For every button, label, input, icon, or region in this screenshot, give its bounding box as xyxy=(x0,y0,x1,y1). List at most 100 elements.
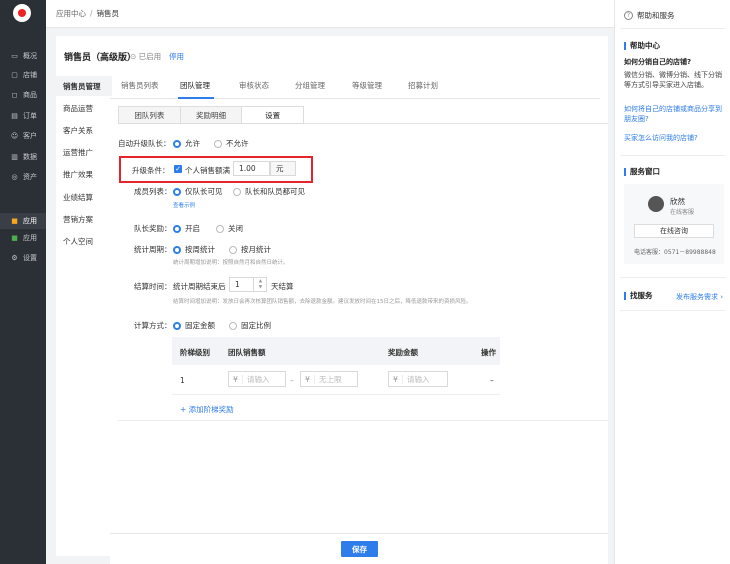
radio-dot xyxy=(173,245,181,254)
subtab-settings[interactable]: 设置 xyxy=(242,107,304,123)
reward-placeholder: 请输入 xyxy=(407,374,430,384)
radio-dot xyxy=(229,321,237,330)
min-sales-input[interactable]: ¥ 请输入 xyxy=(228,371,286,387)
help-question: 如何分销自己的店铺? xyxy=(624,58,692,66)
tab-review[interactable]: 审核状态 xyxy=(239,80,269,91)
user-icon: ☺ xyxy=(10,132,19,140)
max-placeholder: 无上限 xyxy=(319,374,342,384)
breadcrumb-parent[interactable]: 应用中心 xyxy=(56,8,86,19)
stepper-arrows-icon[interactable]: ▲ ▼ xyxy=(253,277,267,292)
post-demand-link[interactable]: 发布服务需求 › xyxy=(676,292,723,302)
subnav-item-goods[interactable]: 商品运营 xyxy=(56,98,112,118)
apps-icon: ■ xyxy=(11,217,18,225)
nav-item-apps-2[interactable]: ■ 应用 xyxy=(0,230,46,246)
view-example-link[interactable]: 查看示例 xyxy=(173,201,195,209)
upgrade-condition-checkbox[interactable]: ✓ xyxy=(174,165,182,173)
chart-icon: ▥ xyxy=(11,153,18,161)
settle-days-value: 1 xyxy=(235,280,240,289)
auto-upgrade-allow[interactable]: 允许 xyxy=(173,138,200,149)
nav-item-data[interactable]: ▥ 数据 xyxy=(0,149,46,165)
nav-item-store[interactable]: ▢ 店铺 xyxy=(0,67,46,83)
nav-label: 应用 xyxy=(23,217,37,225)
help-divider xyxy=(620,310,726,311)
asset-icon: ◎ xyxy=(11,173,18,181)
online-consult-button[interactable]: 在线咨询 xyxy=(634,224,714,238)
order-icon: ▤ xyxy=(11,112,18,120)
stat-period-month[interactable]: 按月统计 xyxy=(229,244,271,255)
member-list-leader-only[interactable]: 仅队长可见 xyxy=(173,186,223,197)
help-answer: 微信分销、微博分销、线下分销等方式引导买家进入店铺。 xyxy=(624,71,722,89)
help-divider xyxy=(620,277,726,278)
nav-item-goods[interactable]: ◻ 商品 xyxy=(0,87,46,103)
help-link-share[interactable]: 如何将自己的店铺或商品分享到朋友圈? xyxy=(624,104,724,124)
nav-label: 资产 xyxy=(23,173,37,181)
subnav-item-promote[interactable]: 运营推广 xyxy=(56,142,112,162)
breadcrumb-separator: / xyxy=(90,9,93,18)
subtab-team-list[interactable]: 团队列表 xyxy=(119,107,181,123)
nav-item-customers[interactable]: ☺ 客户 xyxy=(0,128,46,144)
stat-period-hint: 统计周期增加说明：按照自然月和自然日统计。 xyxy=(173,260,289,266)
settle-time-label: 结算时间： xyxy=(134,282,172,291)
help-title-text: 帮助和服务 xyxy=(637,11,675,20)
phone-service: 电话客服：0571－89988848 xyxy=(634,249,716,256)
nav-item-orders[interactable]: ▤ 订单 xyxy=(0,108,46,124)
reward-input[interactable]: ¥ 请输入 xyxy=(388,371,448,387)
page-title: 销售员（高级版） xyxy=(64,53,137,63)
radio-dot xyxy=(173,187,181,196)
agent-name: 欣然 xyxy=(670,197,685,206)
th-team-sales: 团队销售额 xyxy=(228,348,266,357)
help-center-heading: 帮助中心 xyxy=(624,42,660,50)
nav-label: 订单 xyxy=(23,112,37,120)
logo-icon[interactable] xyxy=(13,4,31,22)
tab-team[interactable]: 团队管理 xyxy=(180,80,210,91)
subtabs-divider xyxy=(304,123,608,124)
subnav-item-space[interactable]: 个人空间 xyxy=(56,231,112,251)
auto-upgrade-deny[interactable]: 不允许 xyxy=(214,138,249,149)
radio-label: 允许 xyxy=(185,139,200,148)
member-list-all[interactable]: 队长和队员都可见 xyxy=(233,186,305,197)
subnav-item-settle[interactable]: 业绩结算 xyxy=(56,187,112,207)
nav-item-settings[interactable]: ⚙ 设置 xyxy=(0,250,46,266)
radio-label: 按周统计 xyxy=(185,245,215,254)
disable-link[interactable]: 停用 xyxy=(169,51,184,62)
settle-time-prefix: 统计周期结束后 xyxy=(173,282,226,291)
subnav-item-customer[interactable]: 客户关系 xyxy=(56,120,112,140)
tab-group[interactable]: 分组管理 xyxy=(295,80,325,91)
nav-item-apps[interactable]: ■ 应用 xyxy=(0,213,46,229)
nav-item-assets[interactable]: ◎ 资产 xyxy=(0,169,46,185)
radio-dot xyxy=(233,187,241,196)
tab-level[interactable]: 等级管理 xyxy=(352,80,382,91)
leader-reward-off[interactable]: 关闭 xyxy=(216,223,243,234)
leader-reward-on[interactable]: 开启 xyxy=(173,223,200,234)
subnav-item-salesman[interactable]: 销售员管理 xyxy=(56,76,112,96)
subnav-item-effect[interactable]: 推广效果 xyxy=(56,164,112,184)
radio-label: 队长和队员都可见 xyxy=(245,187,305,196)
tab-salesman-list[interactable]: 销售员列表 xyxy=(121,80,159,91)
question-icon: ? xyxy=(624,11,633,20)
help-link-visit[interactable]: 买家怎么访问我的店铺? xyxy=(624,133,726,143)
subtab-reward-detail[interactable]: 奖励明细 xyxy=(180,107,243,123)
calc-method-fixed-ratio[interactable]: 固定比例 xyxy=(229,320,271,331)
clock-icon: ⊙ xyxy=(130,52,139,61)
radio-dot xyxy=(229,245,237,254)
th-action: 操作 xyxy=(481,348,496,357)
nav-item-overview[interactable]: ▭ 概况 xyxy=(0,48,46,64)
calc-method-label: 计算方式： xyxy=(134,321,172,330)
help-panel-title: ? 帮助和服务 xyxy=(624,10,675,21)
radio-label: 固定金额 xyxy=(185,321,215,330)
chat-icon: ▭ xyxy=(11,52,18,60)
nav-label: 设置 xyxy=(23,254,37,262)
currency-prefix: ¥ xyxy=(229,374,243,384)
th-level: 阶梯级别 xyxy=(180,348,210,357)
max-sales-input[interactable]: ¥ 无上限 xyxy=(300,371,358,387)
stat-period-week[interactable]: 按周统计 xyxy=(173,244,215,255)
tab-recruit[interactable]: 招募计划 xyxy=(408,80,438,91)
save-button[interactable]: 保存 xyxy=(341,541,378,557)
radio-dot xyxy=(214,139,222,148)
gear-icon: ⚙ xyxy=(11,254,18,262)
auto-upgrade-label: 自动升级队长： xyxy=(118,139,171,148)
subnav-item-plan[interactable]: 营销方案 xyxy=(56,209,112,229)
upgrade-amount-input[interactable]: 1.00 xyxy=(233,161,270,176)
add-step-reward-link[interactable]: + 添加阶梯奖励 xyxy=(180,404,234,415)
calc-method-fixed-amount[interactable]: 固定金额 xyxy=(173,320,215,331)
